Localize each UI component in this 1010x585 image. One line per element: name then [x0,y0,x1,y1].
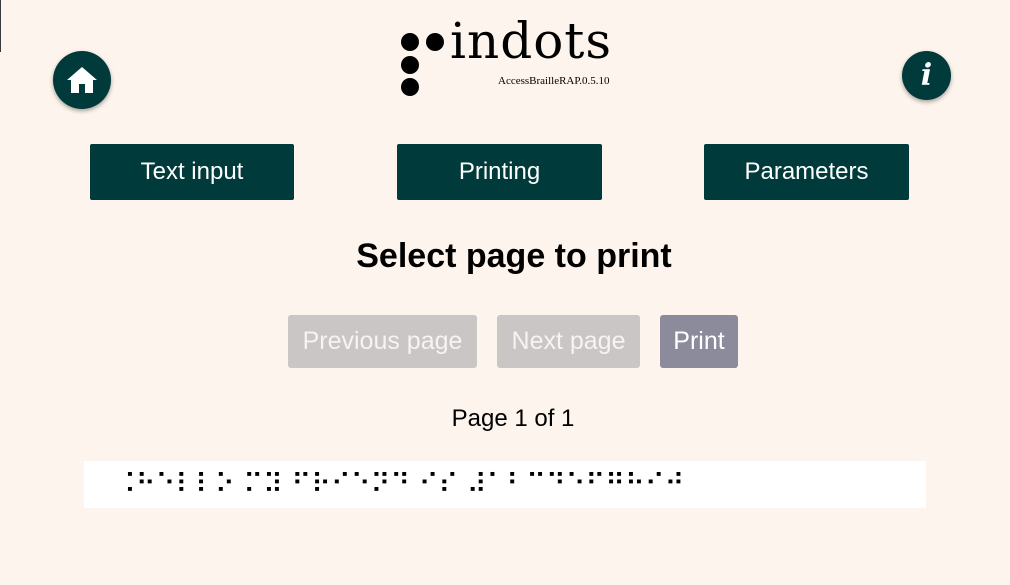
info-button[interactable]: i [902,51,951,100]
page-indicator: Page 1 of 1 [451,405,575,432]
previous-page-button[interactable]: Previous page [288,315,477,368]
braille-dots-logo-icon [401,33,444,96]
braille-preview-text: ⠨⠓⠑⠇⠇⠕ ⠍⠽ ⠋⠗⠊⠑⠝⠙ ⠊⠎ ⠼⠁⠃⠉⠙⠑⠋⠛⠓⠊⠚ [116,469,685,500]
app-logo: indots AccessBrailleRAP.0.5.10 [400,16,630,100]
app-version: AccessBrailleRAP.0.5.10 [498,75,610,87]
tab-text-input[interactable]: Text input [90,144,294,200]
logo-wordmark: indots [450,12,613,70]
braille-preview: ⠨⠓⠑⠇⠇⠕ ⠍⠽ ⠋⠗⠊⠑⠝⠙ ⠊⠎ ⠼⠁⠃⠉⠙⠑⠋⠛⠓⠊⠚ [84,461,926,508]
page-title: Select page to print [356,237,672,275]
home-icon [67,67,97,93]
home-button[interactable] [53,51,111,109]
window-edge [0,0,1,52]
print-button[interactable]: Print [660,315,738,368]
info-icon: i [920,57,933,93]
next-page-button[interactable]: Next page [497,315,640,368]
tab-parameters[interactable]: Parameters [704,144,909,200]
tab-printing[interactable]: Printing [397,144,602,200]
